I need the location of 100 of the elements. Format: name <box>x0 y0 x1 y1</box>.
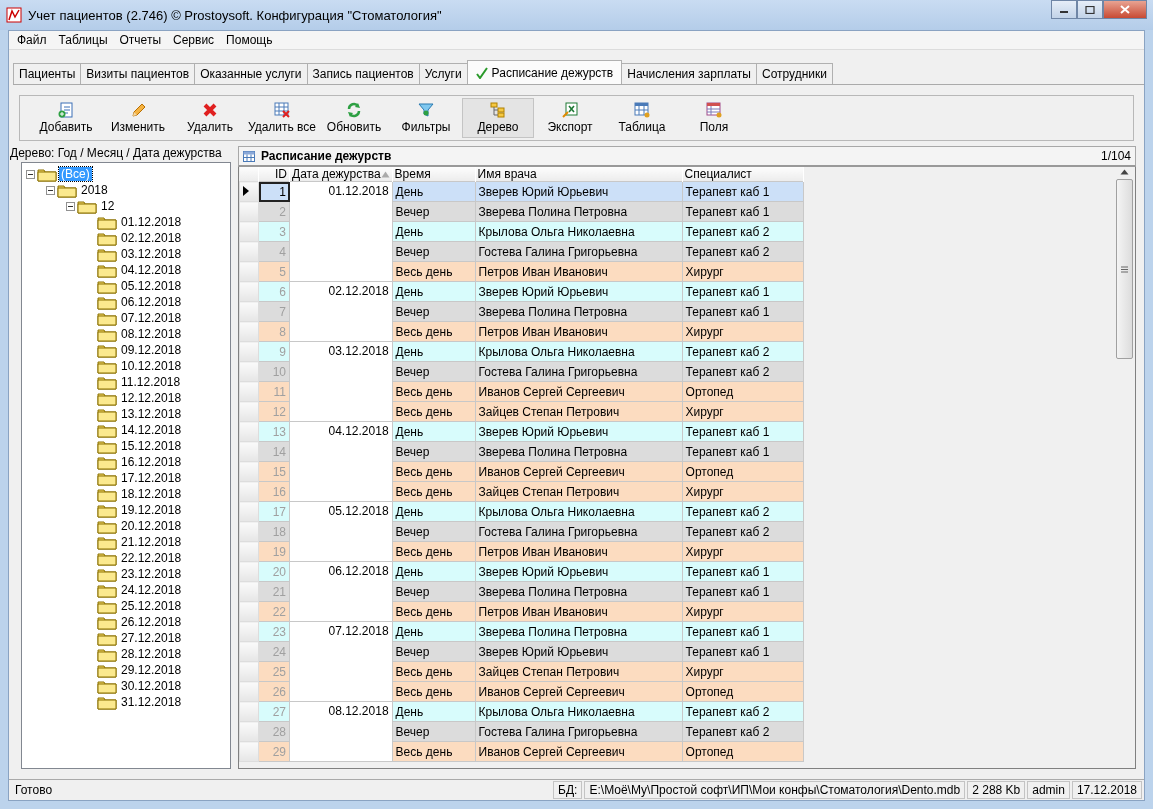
tree-item[interactable]: 16.12.2018 <box>119 455 184 469</box>
collapse-toggle[interactable] <box>46 185 55 195</box>
tree-item[interactable]: 02.12.2018 <box>119 231 184 245</box>
menu-item[interactable]: Помощь <box>220 33 279 47</box>
close-button[interactable] <box>1103 0 1147 19</box>
status-text: Готово <box>14 782 54 798</box>
tree-item[interactable]: 10.12.2018 <box>119 359 184 373</box>
panel-title: Расписание дежурств <box>261 149 393 163</box>
tree-item[interactable]: 06.12.2018 <box>119 295 184 309</box>
tree-item[interactable]: 04.12.2018 <box>119 263 184 277</box>
column-header[interactable]: Специалист <box>682 167 804 182</box>
folder-icon <box>97 518 117 534</box>
tree-item[interactable]: 31.12.2018 <box>119 695 184 709</box>
tree-item[interactable]: 30.12.2018 <box>119 679 184 693</box>
tree-item[interactable]: 11.12.2018 <box>119 375 183 389</box>
folder-tree-icon <box>490 102 506 118</box>
menu-item[interactable]: Таблицы <box>52 33 114 47</box>
menu-item[interactable]: Отчеты <box>113 33 167 47</box>
toolbar-button[interactable]: Удалить все <box>246 98 318 138</box>
folder-icon <box>97 630 117 646</box>
tree-item[interactable]: 22.12.2018 <box>119 551 184 565</box>
minus-icon <box>48 187 53 193</box>
tab[interactable]: Услуги <box>418 63 468 84</box>
folder-icon <box>97 422 117 438</box>
maximize-icon <box>1085 5 1095 14</box>
folder-icon <box>97 646 117 662</box>
tab[interactable]: Запись пациентов <box>306 63 420 84</box>
folder-icon <box>97 374 117 390</box>
tab[interactable]: Расписание дежурств <box>466 60 623 84</box>
folder-icon <box>97 614 117 630</box>
db-size: 2 288 Kb <box>967 781 1026 799</box>
folder-icon <box>97 326 117 342</box>
tree-item[interactable]: 05.12.2018 <box>119 279 184 293</box>
tree-item[interactable]: 12 <box>99 199 117 213</box>
toolbar-button[interactable]: Фильтры <box>390 98 462 138</box>
app-icon <box>6 7 22 23</box>
tab[interactable]: Пациенты <box>13 63 82 84</box>
toolbar-button[interactable]: Экспорт <box>534 98 606 138</box>
tree-item[interactable]: 09.12.2018 <box>119 343 184 357</box>
status-date: 17.12.2018 <box>1071 781 1142 799</box>
sort-arrow-icon <box>380 171 390 178</box>
tree-item[interactable]: 15.12.2018 <box>119 439 184 453</box>
folder-icon <box>97 214 117 230</box>
folder-icon <box>97 694 117 710</box>
tree-item[interactable]: 29.12.2018 <box>119 663 184 677</box>
toolbar-button[interactable]: Добавить <box>30 98 102 138</box>
column-header[interactable]: Время <box>392 167 476 182</box>
tab[interactable]: Оказанные услуги <box>194 63 308 84</box>
tree-item[interactable]: 03.12.2018 <box>119 247 184 261</box>
tab[interactable]: Визиты пациентов <box>80 63 196 84</box>
tree-item[interactable]: 21.12.2018 <box>119 535 184 549</box>
folder-icon <box>97 310 117 326</box>
tab[interactable]: Начисления зарплаты <box>621 63 757 84</box>
tree-item[interactable]: 08.12.2018 <box>119 327 184 341</box>
folder-icon <box>97 678 117 694</box>
toolbar-button[interactable]: Обновить <box>318 98 390 138</box>
toolbar-button[interactable]: Удалить <box>174 98 246 138</box>
folder-icon <box>97 502 117 518</box>
tree-item[interactable]: 23.12.2018 <box>119 567 184 581</box>
tree-item[interactable]: 27.12.2018 <box>119 631 184 645</box>
tree-item[interactable]: 20.12.2018 <box>119 519 184 533</box>
tree-item[interactable]: 01.12.2018 <box>119 215 184 229</box>
tab[interactable]: Сотрудники <box>755 63 833 84</box>
tree-item[interactable]: 19.12.2018 <box>119 503 184 517</box>
folder-icon <box>97 550 117 566</box>
refresh-icon <box>346 102 362 118</box>
tree-item[interactable]: 25.12.2018 <box>119 599 184 613</box>
menu-item[interactable]: Сервис <box>167 33 221 47</box>
filter-icon <box>418 102 434 118</box>
collapse-toggle[interactable] <box>26 169 35 179</box>
tree-item[interactable]: 28.12.2018 <box>119 647 184 661</box>
folder-icon <box>37 166 57 182</box>
tree-item[interactable]: 17.12.2018 <box>119 471 184 485</box>
menu-item[interactable]: Файл <box>11 33 53 47</box>
column-header[interactable]: Дата дежурства <box>289 167 393 182</box>
toolbar-button[interactable]: Дерево <box>462 98 534 138</box>
folder-icon <box>97 246 117 262</box>
row-pointer-icon <box>242 185 250 196</box>
table-cell: 06.12.2018 <box>289 561 393 622</box>
tree-item[interactable]: 2018 <box>79 183 110 197</box>
maximize-button[interactable] <box>1077 0 1103 19</box>
tree-item[interactable]: 13.12.2018 <box>119 407 184 421</box>
table-icon <box>634 102 650 118</box>
tree-item[interactable]: 14.12.2018 <box>119 423 184 437</box>
folder-icon <box>97 582 117 598</box>
tree-item[interactable]: 18.12.2018 <box>119 487 184 501</box>
tree-item[interactable]: 26.12.2018 <box>119 615 184 629</box>
toolbar-button[interactable]: Поля <box>678 98 750 138</box>
column-header[interactable]: ID <box>258 167 290 182</box>
tree-item[interactable]: 12.12.2018 <box>119 391 184 405</box>
minimize-button[interactable] <box>1051 0 1077 19</box>
tree-item[interactable]: 07.12.2018 <box>119 311 184 325</box>
collapse-toggle[interactable] <box>66 201 75 211</box>
toolbar-button[interactable]: Таблица <box>606 98 678 138</box>
column-header[interactable]: Имя врача <box>475 167 683 182</box>
toolbar-button[interactable]: Изменить <box>102 98 174 138</box>
folder-icon <box>97 342 117 358</box>
tree-item[interactable]: 24.12.2018 <box>119 583 184 597</box>
folder-icon <box>97 662 117 678</box>
table-cell: 04.12.2018 <box>289 421 393 502</box>
